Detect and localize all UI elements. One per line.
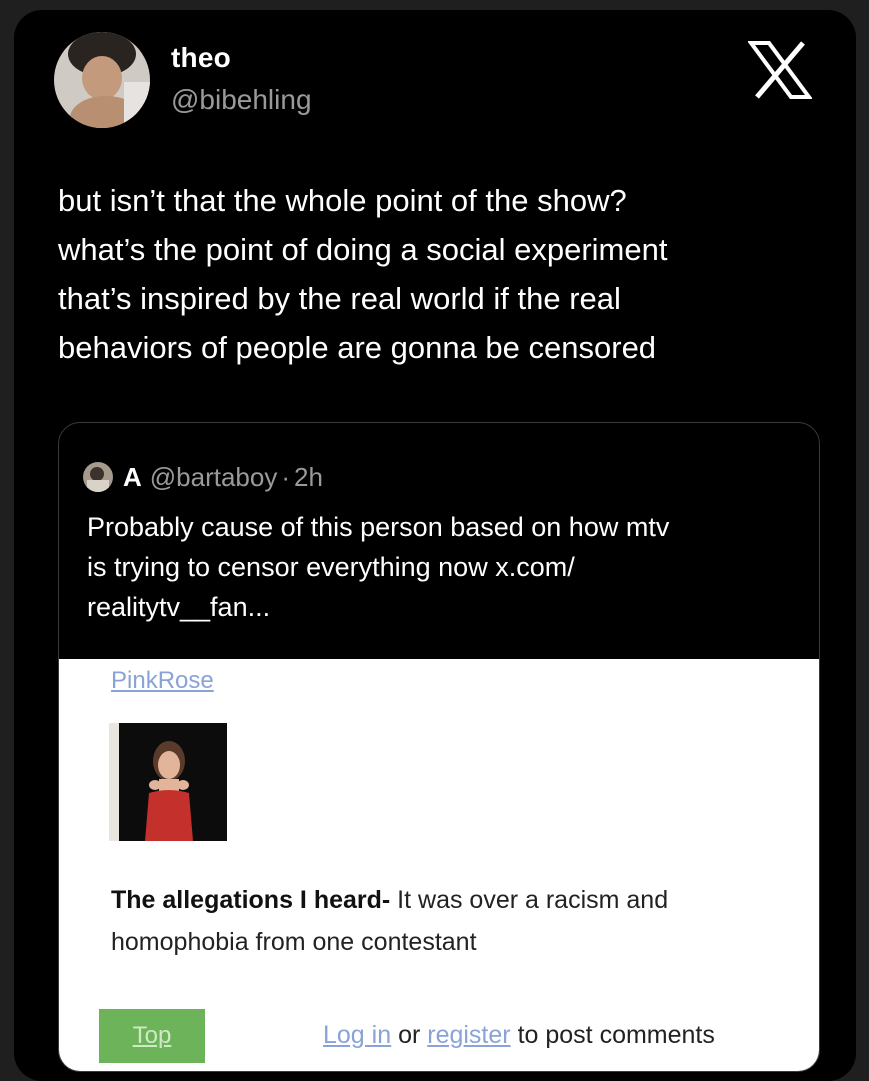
- pinkrose-link[interactable]: PinkRose: [111, 667, 214, 695]
- tweet-card: theo @bibehling but isn’t that the whole…: [14, 10, 856, 1081]
- quoted-tweet[interactable]: A @bartaboy · 2h Probably cause of this …: [58, 422, 820, 1072]
- tweet-text: but isn’t that the whole point of the sh…: [58, 183, 668, 365]
- login-link[interactable]: Log in: [323, 1021, 391, 1049]
- quote-avatar: [83, 462, 113, 492]
- author-avatar[interactable]: [54, 32, 150, 128]
- or-text: or: [391, 1021, 428, 1049]
- post-comments-text: to post comments: [510, 1021, 715, 1049]
- webpage-screenshot: PinkRose The allegations I heard- It was…: [59, 659, 819, 1071]
- contestant-photo: [109, 723, 227, 841]
- register-link[interactable]: register: [427, 1021, 510, 1049]
- quote-header: A @bartaboy · 2h: [83, 457, 323, 497]
- top-button[interactable]: Top: [99, 1009, 205, 1063]
- quote-author-handle: @bartaboy: [149, 461, 278, 492]
- quote-text: Probably cause of this person based on h…: [87, 512, 670, 622]
- login-prompt: Log in or register to post comments: [323, 1021, 715, 1050]
- author-name[interactable]: theo: [171, 42, 231, 74]
- allegation-text: The allegations I heard- It was over a r…: [111, 879, 791, 963]
- allegation-label: The allegations I heard-: [111, 886, 391, 914]
- quote-separator: ·: [281, 461, 291, 492]
- quote-timestamp: 2h: [294, 461, 323, 492]
- quote-author-name: A: [123, 461, 142, 492]
- author-handle[interactable]: @bibehling: [171, 84, 312, 116]
- x-logo-icon: [748, 41, 812, 99]
